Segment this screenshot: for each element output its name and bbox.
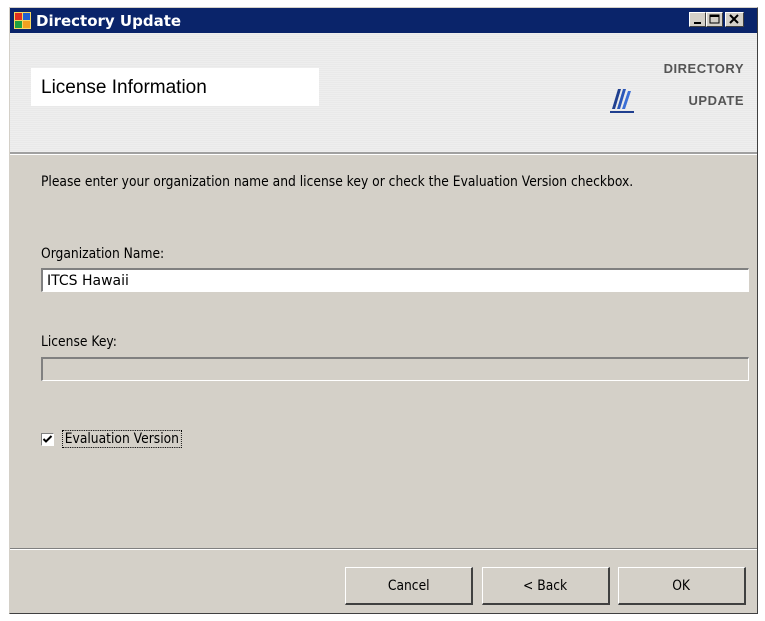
back-button[interactable]: < Back <box>482 567 610 605</box>
logo-text-line2: Update <box>688 89 744 109</box>
header-separator <box>10 152 757 155</box>
instructions-text: Please enter your organization name and … <box>41 174 634 190</box>
organization-name-input[interactable] <box>41 268 749 292</box>
cancel-button-label: Cancel <box>387 577 430 594</box>
logo-text-line1: Directory <box>663 57 744 77</box>
organization-name-label: Organization Name: <box>41 246 165 262</box>
app-icon <box>14 12 31 29</box>
close-icon <box>729 14 739 24</box>
checkmark-icon <box>42 435 53 443</box>
page-title: License Information <box>41 77 207 98</box>
footer-separator <box>10 548 757 550</box>
maximize-button[interactable] <box>706 12 723 27</box>
minimize-button[interactable] <box>689 12 706 27</box>
header-title-box: License Information <box>31 68 319 106</box>
minimize-icon <box>694 22 701 24</box>
maximize-icon <box>709 14 720 24</box>
directory-update-logo: Directory Update <box>600 57 750 117</box>
ok-button[interactable]: OK <box>618 567 746 605</box>
window-title: Directory Update <box>36 12 182 30</box>
evaluation-version-label[interactable]: Evaluation Version <box>62 430 182 448</box>
evaluation-version-checkbox[interactable] <box>41 433 54 446</box>
close-button[interactable] <box>725 12 744 27</box>
back-button-label: < Back <box>523 577 568 594</box>
directory-update-dialog: Directory Update License Information Dir… <box>9 7 758 614</box>
ok-button-label: OK <box>672 577 691 594</box>
license-key-label: License Key: <box>41 334 117 350</box>
cancel-button[interactable]: Cancel <box>345 567 473 605</box>
header-panel: License Information Directory Update <box>10 33 757 152</box>
title-bar[interactable]: Directory Update <box>10 8 757 33</box>
books-logo-icon <box>610 89 634 113</box>
license-key-input[interactable] <box>41 357 749 381</box>
